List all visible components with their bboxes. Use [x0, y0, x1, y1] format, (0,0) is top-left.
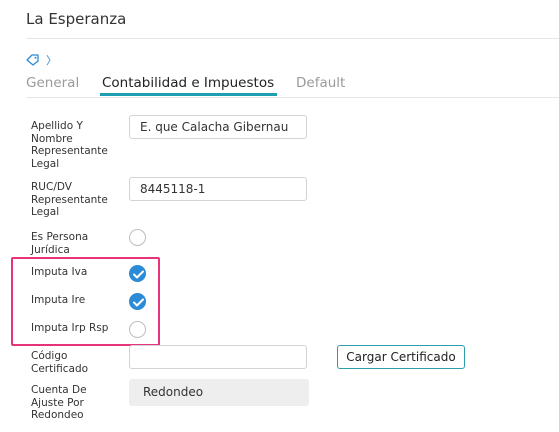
cuenta-ajuste-label: Cuenta De Ajuste Por Redondeo — [31, 384, 87, 421]
imputa-iva-label: Imputa Iva — [31, 266, 88, 278]
tab-contabilidad-e-impuestos[interactable]: Contabilidad e Impuestos — [102, 75, 274, 91]
breadcrumb: 〉 — [26, 52, 57, 68]
representante-input[interactable] — [129, 115, 307, 139]
tab-default[interactable]: Default — [296, 75, 345, 91]
tabs-divider — [26, 97, 559, 98]
persona-juridica-checkbox[interactable] — [129, 229, 146, 246]
breadcrumb-separator: 〉 — [46, 54, 57, 67]
imputa-irp-label: Imputa Irp Rsp — [31, 322, 109, 334]
tab-general[interactable]: General — [26, 75, 79, 91]
representante-label: Apellido Y Nombre Representante Legal — [31, 120, 108, 170]
imputa-iva-checkbox[interactable] — [129, 265, 146, 282]
check-icon — [133, 298, 144, 307]
imputa-ire-label: Imputa Ire — [31, 294, 86, 306]
page-title: La Esperanza — [26, 10, 127, 28]
cuenta-ajuste-field[interactable]: Redondeo — [129, 379, 309, 406]
check-icon — [133, 270, 144, 279]
imputa-ire-checkbox[interactable] — [129, 293, 146, 310]
cargar-certificado-button[interactable]: Cargar Certificado — [337, 345, 465, 369]
ruc-label: RUC/DV Representante Legal — [31, 181, 108, 218]
active-tab-indicator — [100, 93, 277, 96]
tag-icon[interactable] — [26, 54, 40, 66]
certificado-label: Código Certificado — [31, 350, 89, 375]
imputa-irp-checkbox[interactable] — [129, 321, 146, 338]
ruc-input[interactable] — [129, 177, 307, 201]
cuenta-ajuste-value: Redondeo — [143, 385, 204, 399]
title-divider — [26, 38, 559, 39]
certificado-input[interactable] — [129, 345, 307, 369]
persona-juridica-label: Es Persona Jurídica — [31, 231, 89, 256]
